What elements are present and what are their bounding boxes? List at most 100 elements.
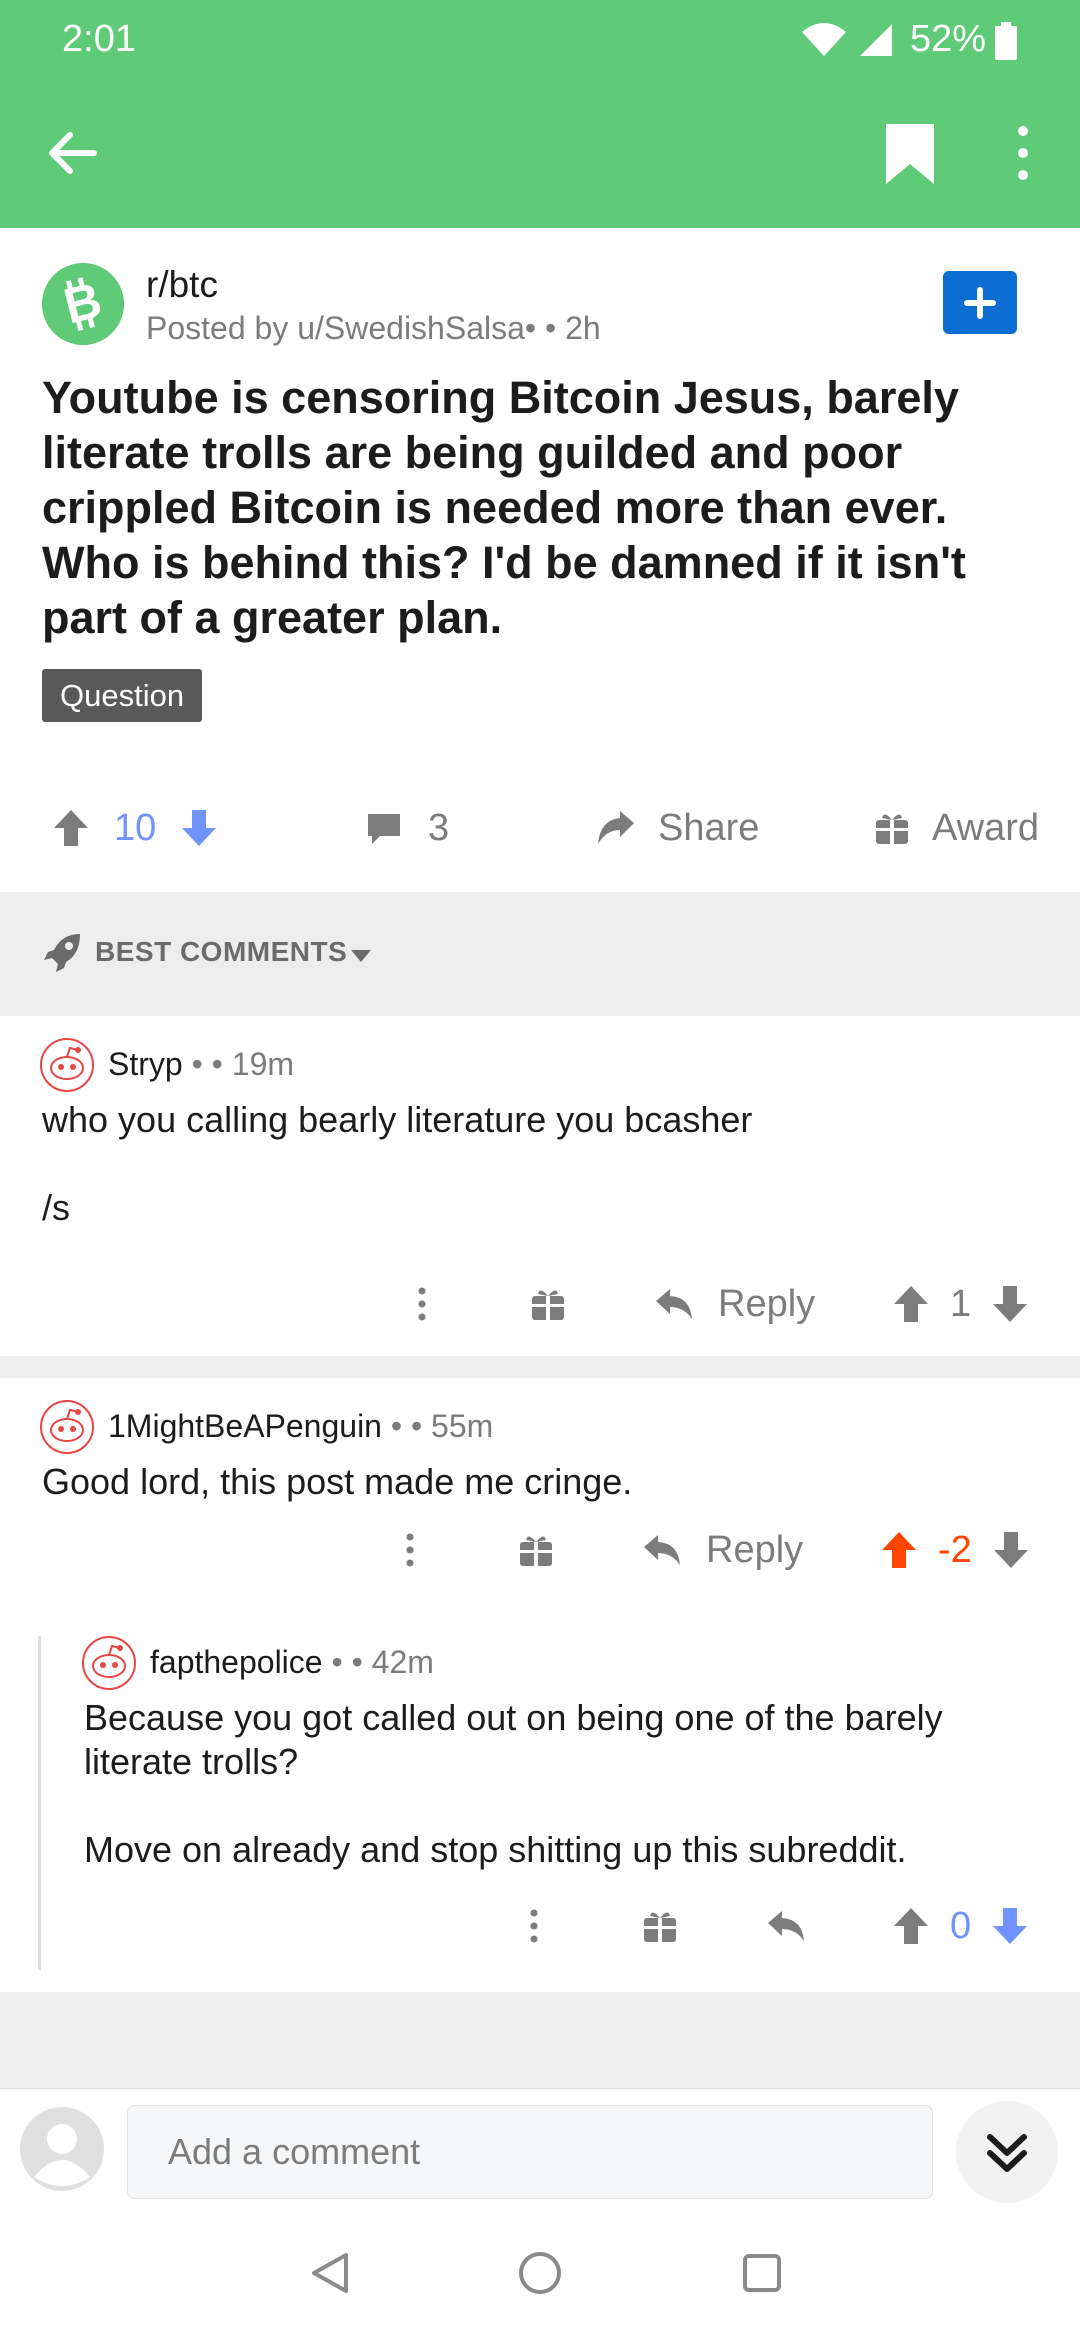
nav-back-button[interactable] — [290, 2206, 370, 2340]
battery-percent: 52% — [910, 18, 987, 60]
comment-vote-group: -2 — [880, 1520, 1030, 1580]
share-icon — [598, 811, 634, 844]
triangle-back-icon — [312, 2253, 348, 2293]
nav-recents-button[interactable] — [722, 2206, 802, 2340]
subreddit-name[interactable]: r/btc — [146, 264, 218, 306]
post-flair: Question — [42, 669, 203, 722]
comment-author[interactable]: 1MightBeAPenguin — [108, 1408, 382, 1444]
chevron-down-icon — [351, 950, 371, 962]
reply-arrow-icon — [656, 1289, 692, 1319]
award-button[interactable]: Award — [874, 788, 1039, 868]
comment-meta: • • 19m — [182, 1046, 295, 1082]
battery-icon — [995, 22, 1017, 60]
downvote-icon[interactable] — [180, 808, 218, 848]
sort-label: BEST COMMENTS — [95, 936, 348, 967]
comment-actions: Reply 1 — [0, 1274, 1080, 1334]
comment-meta: • • 42m — [322, 1644, 434, 1680]
comment-body: who you calling bearly literature you bc… — [42, 1099, 753, 1228]
comment-more-button[interactable] — [400, 1274, 444, 1334]
reply-button[interactable]: Reply — [654, 1274, 815, 1334]
comments-count-button[interactable]: 3 — [366, 788, 449, 868]
snoo-avatar-icon[interactable] — [40, 1400, 94, 1454]
more-vertical-icon — [406, 1533, 414, 1567]
rocket-icon — [44, 934, 80, 972]
bookmark-icon[interactable] — [880, 122, 940, 186]
comment-composer-bar: Add a comment — [0, 2088, 1080, 2206]
signal-icon — [860, 24, 892, 56]
reply-arrow-icon — [644, 1535, 680, 1565]
post-byline[interactable]: Posted by u/SwedishSalsa• • 2h — [146, 310, 601, 347]
status-time: 2:01 — [62, 18, 136, 60]
downvote-icon[interactable] — [991, 1284, 1029, 1324]
comment-score: 1 — [950, 1282, 972, 1325]
comment-divider — [0, 1356, 1080, 1378]
comment-author-line: fapthepolice • • 42m — [150, 1644, 434, 1681]
comments-count: 3 — [428, 806, 450, 849]
post-title[interactable]: Youtube is censoring Bitcoin Jesus, bare… — [42, 370, 1052, 645]
post-actions: 10 3 Share Award — [0, 788, 1080, 868]
comment-meta: • • 55m — [381, 1408, 494, 1444]
downvote-icon[interactable] — [992, 1530, 1030, 1570]
comment-vote-group: 0 — [892, 1896, 1029, 1956]
comment-bubble-icon — [368, 814, 400, 844]
comment-vote-group: 1 — [892, 1274, 1029, 1334]
comment-award-button[interactable] — [530, 1274, 566, 1334]
comment-award-button[interactable] — [518, 1520, 554, 1580]
comment-item: 1MightBeAPenguin • • 55m Good lord, this… — [0, 1378, 1080, 1992]
share-label: Share — [658, 806, 760, 849]
reply-button[interactable] — [766, 1896, 806, 1956]
subreddit-avatar[interactable]: B — [42, 263, 124, 345]
comment-author-line: 1MightBeAPenguin • • 55m — [108, 1408, 493, 1445]
comment-actions: Reply -2 — [0, 1520, 1080, 1580]
comment-more-button[interactable] — [388, 1520, 432, 1580]
award-label: Award — [932, 806, 1040, 849]
share-button[interactable]: Share — [596, 788, 759, 868]
post-card: B r/btc Posted by u/SwedishSalsa• • 2h Y… — [0, 228, 1080, 892]
snoo-avatar-icon[interactable] — [82, 1636, 136, 1690]
comment-item: Stryp • • 19m who you calling bearly lit… — [0, 1016, 1080, 1356]
comment-score: -2 — [938, 1528, 972, 1571]
app-header: 2:01 52% — [0, 0, 1080, 228]
more-vertical-icon — [418, 1287, 426, 1321]
reply-button[interactable]: Reply — [642, 1520, 803, 1580]
comment-author-line: Stryp • • 19m — [108, 1046, 294, 1083]
user-avatar-icon[interactable] — [20, 2107, 104, 2191]
gift-icon — [520, 1536, 552, 1566]
reply-label: Reply — [706, 1528, 804, 1571]
upvote-icon[interactable] — [52, 808, 90, 848]
downvote-icon[interactable] — [991, 1906, 1029, 1946]
more-vertical-icon[interactable] — [1000, 120, 1046, 186]
status-bar: 2:01 52% — [0, 0, 1080, 80]
reply-label: Reply — [718, 1282, 816, 1325]
nav-home-button[interactable] — [500, 2206, 580, 2340]
upvote-icon[interactable] — [880, 1530, 918, 1570]
double-chevron-down-icon[interactable] — [956, 2101, 1058, 2203]
back-arrow-icon[interactable] — [40, 120, 106, 186]
join-subreddit-button[interactable] — [943, 271, 1017, 334]
upvote-icon[interactable] — [892, 1284, 930, 1324]
circle-home-icon — [519, 2252, 561, 2294]
comment-award-button[interactable] — [642, 1896, 678, 1956]
wifi-icon — [802, 23, 846, 56]
more-vertical-icon — [530, 1909, 538, 1943]
comment-sort-bar[interactable]: BEST COMMENTS — [0, 892, 1080, 1016]
snoo-avatar-icon[interactable] — [40, 1038, 94, 1092]
vote-group: 10 — [52, 788, 218, 868]
square-recents-icon — [743, 2254, 781, 2292]
comment-body: Because you got called out on being one … — [84, 1697, 943, 1870]
add-comment-input[interactable]: Add a comment — [127, 2105, 933, 2199]
gift-icon — [644, 1912, 676, 1942]
list-end-spacer — [0, 1992, 1080, 2088]
reply-arrow-icon — [768, 1911, 804, 1941]
gift-icon — [876, 814, 908, 844]
post-score: 10 — [114, 806, 157, 849]
comment-author[interactable]: Stryp — [108, 1046, 183, 1082]
system-nav-bar — [0, 2206, 1080, 2340]
comment-actions: 0 — [0, 1896, 1080, 1956]
upvote-icon[interactable] — [892, 1906, 930, 1946]
comment-author[interactable]: fapthepolice — [150, 1644, 323, 1680]
comment-body: Good lord, this post made me cringe. — [42, 1461, 633, 1502]
gift-icon — [532, 1290, 564, 1320]
comment-score: 0 — [950, 1904, 972, 1947]
comment-more-button[interactable] — [512, 1896, 556, 1956]
